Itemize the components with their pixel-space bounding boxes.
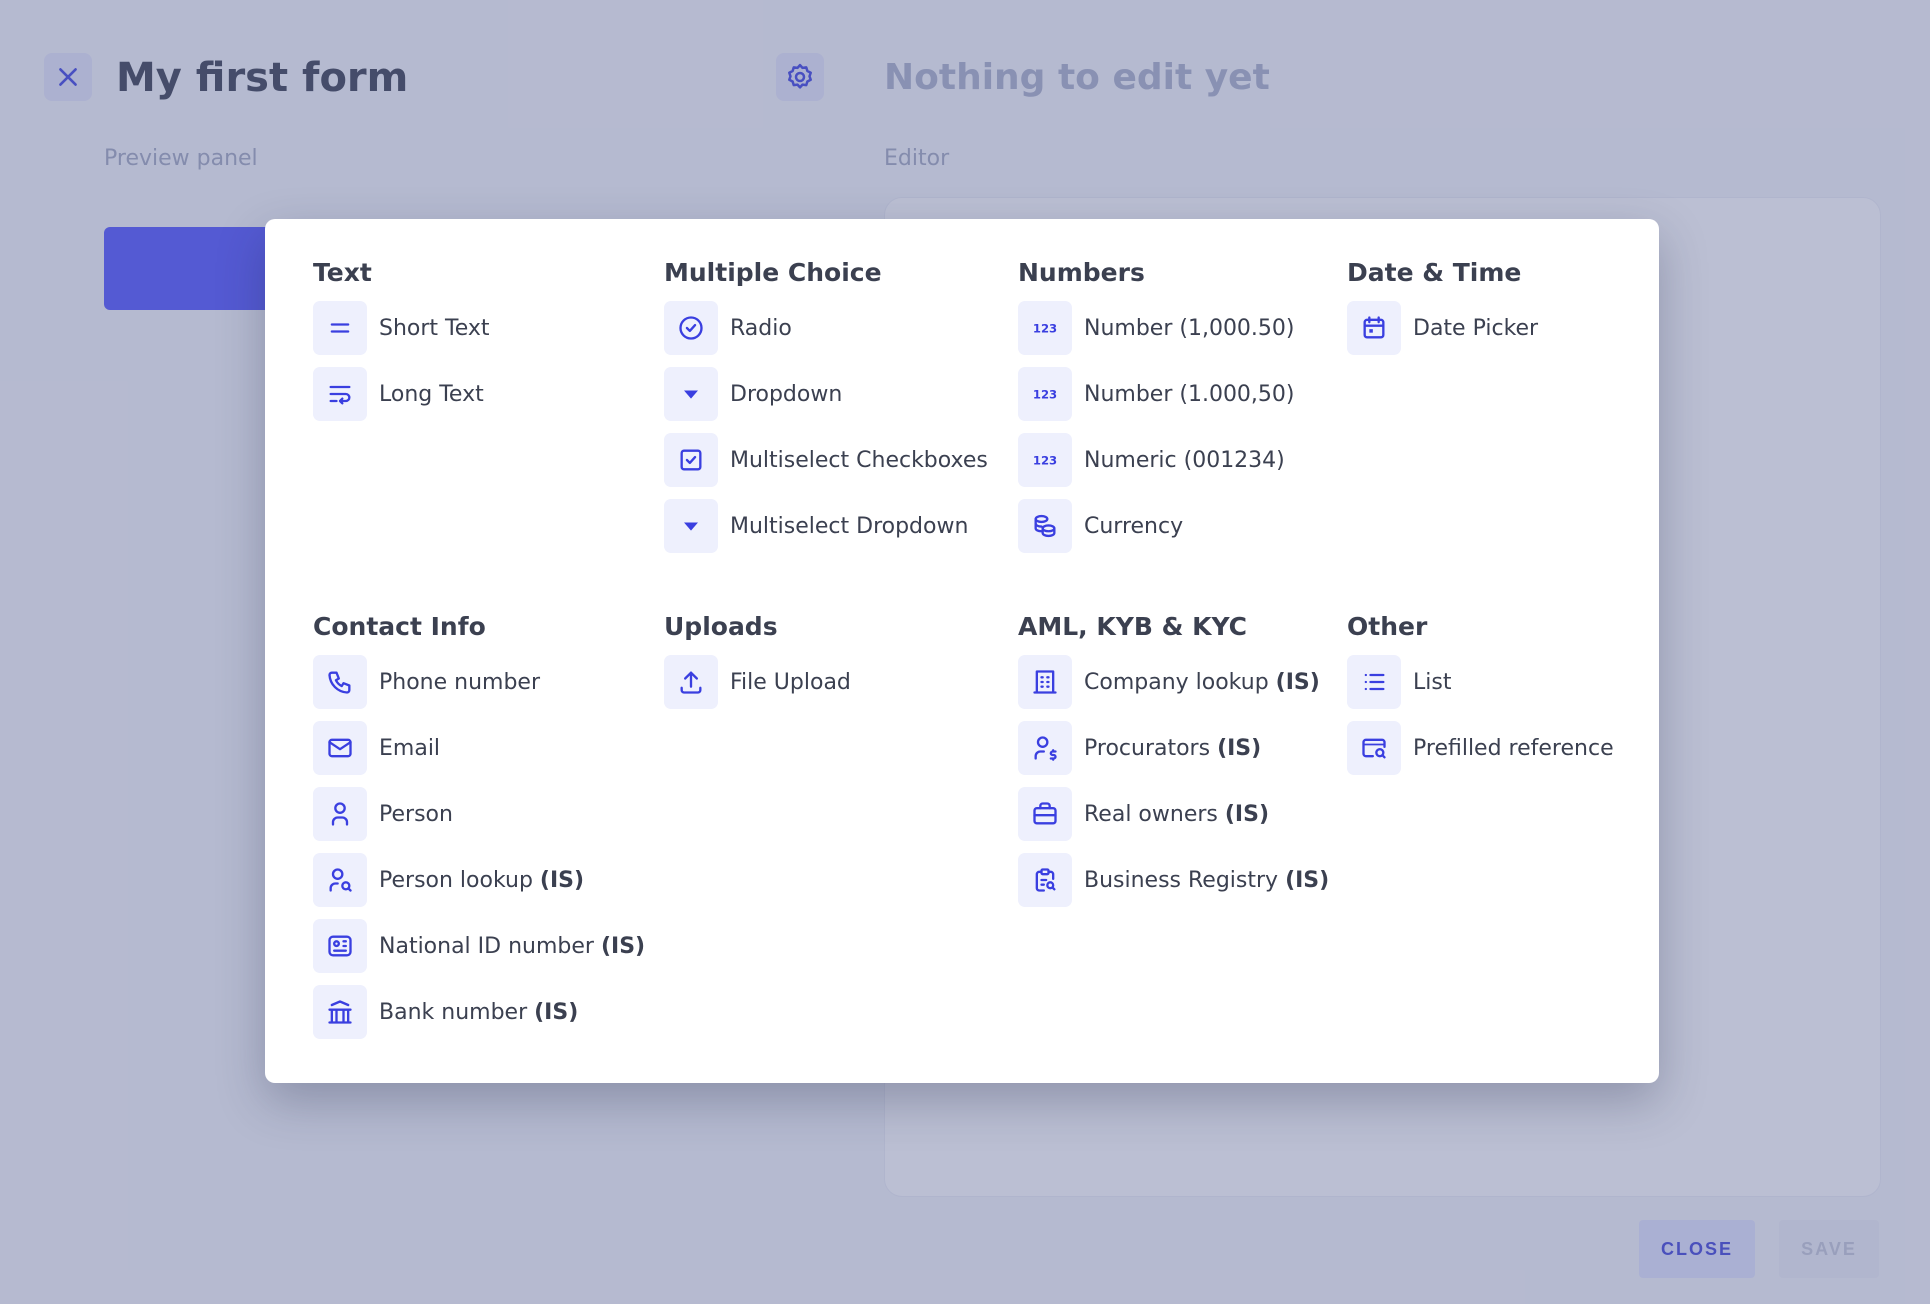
is-suffix: (IS) (1217, 735, 1262, 761)
field-type-long-text[interactable]: Long Text (313, 367, 490, 421)
checkbox-icon (664, 433, 718, 487)
field-type-radio[interactable]: Radio (664, 301, 988, 355)
section-text: Text Short Text Long Text (313, 257, 490, 433)
bank-icon (313, 985, 367, 1039)
section-title: AML, KYB & KYC (1018, 612, 1248, 641)
svg-text:123: 123 (1033, 322, 1057, 336)
field-type-label: Long Text (379, 381, 484, 407)
section-title: Text (313, 258, 372, 287)
window-search-icon (1347, 721, 1401, 775)
field-type-dropdown[interactable]: Dropdown (664, 367, 988, 421)
section-uploads: Uploads File Upload (664, 611, 851, 721)
field-type-national-id-number-is[interactable]: National ID number (IS) (313, 919, 645, 973)
field-type-multiselect-checkboxes[interactable]: Multiselect Checkboxes (664, 433, 988, 487)
person-icon (313, 787, 367, 841)
field-type-label: Prefilled reference (1413, 735, 1614, 761)
numbers-123-icon: 123 (1018, 301, 1072, 355)
field-type-label: Multiselect Dropdown (730, 513, 969, 539)
field-type-short-text[interactable]: Short Text (313, 301, 490, 355)
field-type-list[interactable]: List (1347, 655, 1614, 709)
field-type-number-1-000-50[interactable]: 123 Number (1,000.50) (1018, 301, 1295, 355)
field-type-label: Number (1,000.50) (1084, 315, 1295, 341)
field-type-label: Phone number (379, 669, 541, 695)
is-suffix: (IS) (1224, 801, 1269, 827)
section-title: Uploads (664, 612, 778, 641)
field-type-label: Date Picker (1413, 315, 1539, 341)
section-aml-kyb-kyc: AML, KYB & KYC Company lookup (IS) Procur… (1018, 611, 1329, 919)
section-title: Numbers (1018, 258, 1145, 287)
field-type-label: Numeric (001234) (1084, 447, 1285, 473)
upload-icon (664, 655, 718, 709)
field-type-person-lookup-is[interactable]: Person lookup (IS) (313, 853, 645, 907)
is-suffix: (IS) (539, 867, 585, 893)
calendar-icon (1347, 301, 1401, 355)
field-type-currency[interactable]: Currency (1018, 499, 1295, 553)
person-search-icon (313, 853, 367, 907)
field-type-prefilled-reference[interactable]: Prefilled reference (1347, 721, 1614, 775)
field-type-label: National ID number (IS) (379, 933, 646, 959)
field-type-label: Number (1.000,50) (1084, 381, 1295, 407)
mail-icon (313, 721, 367, 775)
is-suffix: (IS) (600, 933, 646, 959)
field-type-phone-number[interactable]: Phone number (313, 655, 645, 709)
field-type-procurators-is[interactable]: Procurators (IS) (1018, 721, 1329, 775)
radio-check-icon (664, 301, 718, 355)
field-type-number-1-000-50[interactable]: 123 Number (1.000,50) (1018, 367, 1295, 421)
is-suffix: (IS) (1275, 669, 1320, 695)
svg-text:123: 123 (1033, 388, 1057, 402)
briefcase-icon (1018, 787, 1072, 841)
phone-icon (313, 655, 367, 709)
equals-icon (313, 301, 367, 355)
section-title: Date & Time (1347, 258, 1522, 287)
section-contact-info: Contact Info Phone number Email Person Pers… (313, 611, 645, 1051)
field-type-label: Radio (730, 315, 792, 341)
field-type-label: Company lookup (IS) (1084, 669, 1320, 695)
field-type-picker-modal: Text Short Text Long Text Multiple Choice… (265, 219, 1659, 1083)
field-type-date-picker[interactable]: Date Picker (1347, 301, 1538, 355)
is-suffix: (IS) (534, 999, 579, 1025)
section-title: Multiple Choice (664, 258, 882, 287)
building-icon (1018, 655, 1072, 709)
section-title: Contact Info (313, 612, 486, 641)
field-type-person[interactable]: Person (313, 787, 645, 841)
numbers-123-icon: 123 (1018, 367, 1072, 421)
field-type-bank-number-is[interactable]: Bank number (IS) (313, 985, 645, 1039)
field-type-company-lookup-is[interactable]: Company lookup (IS) (1018, 655, 1329, 709)
list-icon (1347, 655, 1401, 709)
numbers-123-icon: 123 (1018, 433, 1072, 487)
field-type-label: Procurators (IS) (1084, 735, 1262, 761)
field-type-multiselect-dropdown[interactable]: Multiselect Dropdown (664, 499, 988, 553)
field-type-numeric-001234[interactable]: 123 Numeric (001234) (1018, 433, 1295, 487)
field-type-label: Multiselect Checkboxes (730, 447, 988, 473)
coins-icon (1018, 499, 1072, 553)
clipboard-search-icon (1018, 853, 1072, 907)
field-type-real-owners-is[interactable]: Real owners (IS) (1018, 787, 1329, 841)
field-type-label: Short Text (379, 315, 490, 341)
field-type-label: Dropdown (730, 381, 843, 407)
person-dollar-icon (1018, 721, 1072, 775)
section-multiple-choice: Multiple Choice Radio Dropdown Multiselect… (664, 257, 988, 565)
field-type-file-upload[interactable]: File Upload (664, 655, 851, 709)
field-type-email[interactable]: Email (313, 721, 645, 775)
section-numbers: Numbers 123 Number (1,000.50) 123 Number (1… (1018, 257, 1295, 565)
field-type-label: Person lookup (IS) (379, 867, 585, 893)
svg-text:123: 123 (1033, 454, 1057, 468)
field-type-label: Business Registry (IS) (1084, 867, 1330, 893)
section-date-time: Date & Time Date Picker (1347, 257, 1538, 367)
section-title: Other (1347, 612, 1428, 641)
field-type-label: Bank number (IS) (379, 999, 579, 1025)
caret-down-icon (664, 499, 718, 553)
field-type-label: Real owners (IS) (1084, 801, 1269, 827)
text-wrap-icon (313, 367, 367, 421)
id-card-icon (313, 919, 367, 973)
field-type-label: Currency (1084, 513, 1184, 539)
field-type-label: Email (379, 735, 441, 761)
field-type-business-registry-is[interactable]: Business Registry (IS) (1018, 853, 1329, 907)
section-other: Other List Prefilled reference (1347, 611, 1614, 787)
is-suffix: (IS) (1285, 867, 1330, 893)
caret-down-icon (664, 367, 718, 421)
field-type-label: File Upload (730, 669, 851, 695)
field-type-label: Person (379, 801, 453, 827)
field-type-label: List (1413, 669, 1452, 695)
